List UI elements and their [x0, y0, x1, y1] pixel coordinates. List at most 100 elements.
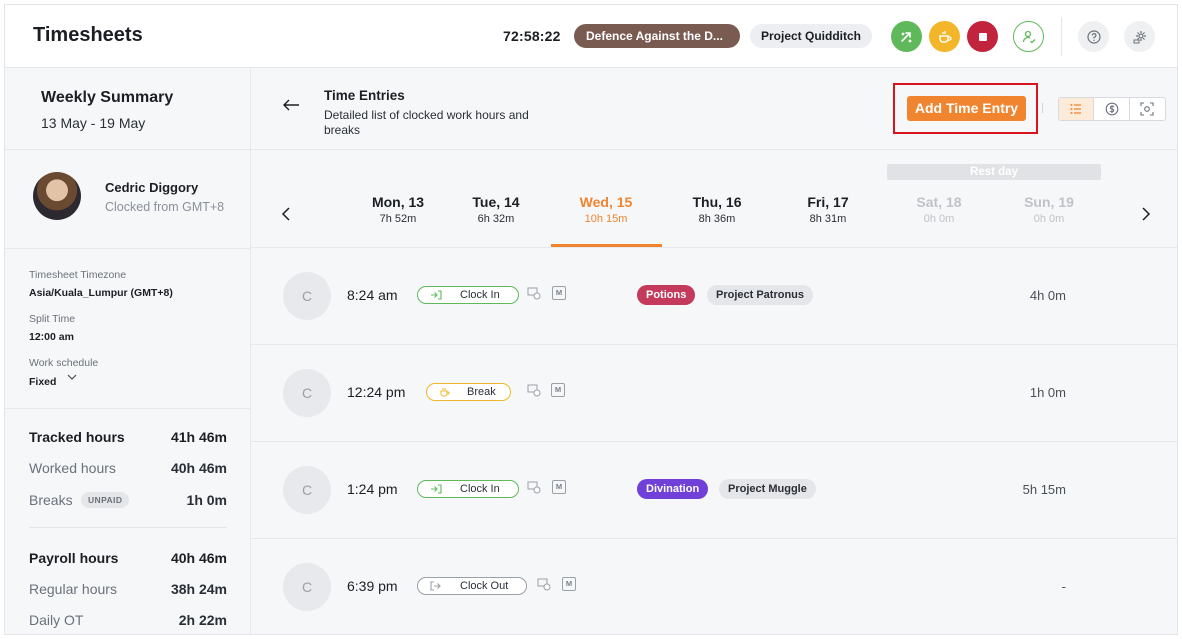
timesheet-settings: Timesheet Timezone Asia/Kuala_Lumpur (GM…: [5, 249, 250, 409]
entry-avatar: C: [283, 369, 331, 417]
break-pill: Break: [426, 383, 511, 401]
payroll-hours-value: 40h 46m: [170, 550, 227, 566]
clock-out-button[interactable]: [967, 21, 998, 52]
entry-duration: -: [1061, 579, 1066, 594]
day-name: Sun, 19: [1024, 194, 1074, 210]
work-schedule-dropdown[interactable]: Fixed: [29, 376, 56, 388]
breaks-row: Breaks UNPAID 1h 0m: [29, 492, 227, 512]
unpaid-badge: UNPAID: [81, 492, 130, 508]
worked-hours-row: Worked hours 40h 46m: [29, 460, 227, 480]
elapsed-timer: 72:58:22: [503, 28, 561, 44]
day-hours: 7h 52m: [379, 213, 417, 225]
entry-duration: 4h 0m: [1029, 288, 1066, 303]
user-status-button[interactable]: [1013, 21, 1044, 52]
list-view-button[interactable]: [1059, 98, 1095, 120]
entry-time: 8:24 am: [347, 287, 398, 303]
day-tab-sun[interactable]: Sun, 19 0h 0m: [994, 194, 1104, 225]
clock-in-icon: [431, 290, 442, 300]
user-check-icon: [1022, 30, 1035, 43]
daily-ot-row: Daily OT 2h 22m: [29, 612, 227, 632]
time-entry-row[interactable]: C 1:24 pm Clock In M Divination Project …: [251, 442, 1177, 539]
app-title: Timesheets: [33, 24, 143, 46]
day-selector: Rest day Mon, 13 7h 52m Tue, 14 6h 32m W…: [251, 150, 1177, 248]
entry-type: Clock In: [460, 289, 500, 301]
chevron-right-icon[interactable]: [1141, 207, 1151, 221]
break-icon: [440, 387, 450, 396]
device-web-icon: [527, 481, 541, 494]
day-tab-thu[interactable]: Thu, 16 8h 36m: [662, 194, 772, 225]
add-time-entry-button[interactable]: Add Time Entry: [907, 96, 1026, 121]
day-hours: 8h 36m: [698, 213, 736, 225]
top-bar: Timesheets 72:58:22 Defence Against the …: [5, 5, 1177, 68]
break-icon: [938, 30, 952, 43]
day-hours: 8h 31m: [809, 213, 847, 225]
time-entry-row[interactable]: C 6:39 pm Clock Out M -: [251, 539, 1177, 634]
help-button[interactable]: [1078, 21, 1109, 52]
help-icon: [1086, 29, 1101, 44]
settings-icon: [1133, 30, 1146, 43]
chevron-left-icon[interactable]: [281, 207, 291, 221]
breaks-label: Breaks: [29, 492, 73, 508]
entry-avatar: C: [283, 466, 331, 514]
chevron-down-icon[interactable]: [66, 373, 78, 381]
settings-button[interactable]: [1124, 21, 1155, 52]
time-entries-title: Time Entries: [324, 88, 405, 103]
weekly-summary-sidebar: Weekly Summary 13 May - 19 May Cedric Di…: [5, 68, 251, 634]
time-entries-panel: Time Entries Detailed list of clocked wo…: [251, 68, 1177, 634]
cost-view-button[interactable]: [1094, 98, 1130, 120]
week-title: Weekly Summary: [41, 89, 174, 106]
entry-type: Break: [467, 386, 496, 398]
current-project-chip[interactable]: Project Quidditch: [750, 24, 873, 48]
day-name: Fri, 17: [807, 194, 849, 210]
switch-icon: [900, 31, 911, 42]
entry-avatar: C: [283, 563, 331, 611]
device-web-icon: [527, 287, 541, 300]
dollar-icon: [1105, 102, 1118, 116]
rest-day-label: Rest day: [887, 164, 1101, 180]
clock-out-pill: Clock Out: [417, 577, 528, 595]
entry-type: Clock In: [460, 483, 500, 495]
day-tab-tue[interactable]: Tue, 14 6h 32m: [441, 194, 551, 225]
header-divider: [1061, 17, 1062, 56]
timezone-value: Asia/Kuala_Lumpur (GMT+8): [29, 287, 173, 299]
tracked-hours-label: Tracked hours: [29, 429, 125, 445]
day-tab-wed[interactable]: Wed, 15 10h 15m: [551, 194, 661, 225]
entry-time: 12:24 pm: [347, 384, 406, 400]
clock-in-icon: [431, 484, 442, 494]
split-time-value: 12:00 am: [29, 331, 74, 343]
clock-out-icon: [430, 581, 441, 591]
payroll-hours-row: Payroll hours 40h 46m: [29, 550, 227, 570]
entry-time: 6:39 pm: [347, 578, 398, 594]
clock-in-pill: Clock In: [417, 480, 519, 498]
entry-duration: 1h 0m: [1029, 385, 1066, 400]
activity-tag: Divination: [637, 479, 709, 499]
photo-view-button[interactable]: [1130, 98, 1165, 120]
day-tab-sat[interactable]: Sat, 18 0h 0m: [884, 194, 994, 225]
regular-hours-row: Regular hours 38h 24m: [29, 581, 227, 601]
daily-ot-label: Daily OT: [29, 612, 84, 628]
list-icon: [1070, 104, 1082, 114]
user-clock-zone: Clocked from GMT+8: [105, 200, 225, 214]
manual-entry-badge: M: [552, 286, 566, 300]
week-range: 13 May - 19 May: [41, 115, 146, 131]
switch-activity-button[interactable]: [891, 21, 922, 52]
worked-hours-label: Worked hours: [29, 460, 116, 476]
day-name: Sat, 18: [916, 194, 962, 210]
face-scan-icon: [1140, 102, 1154, 116]
day-tab-fri[interactable]: Fri, 17 8h 31m: [773, 194, 883, 225]
tracked-hours-value: 41h 46m: [170, 429, 227, 445]
time-entries-description: Detailed list of clocked work hours and …: [324, 108, 529, 137]
time-entries-header: Time Entries Detailed list of clocked wo…: [251, 68, 1177, 150]
day-tab-mon[interactable]: Mon, 13 7h 52m: [343, 194, 453, 225]
manual-entry-badge: M: [552, 480, 566, 494]
time-entry-row[interactable]: C 12:24 pm Break M 1h 0m: [251, 345, 1177, 442]
back-arrow-icon[interactable]: [281, 98, 301, 112]
take-break-button[interactable]: [929, 21, 960, 52]
day-hours: 0h 0m: [923, 213, 955, 225]
app-window: Timesheets 72:58:22 Defence Against the …: [4, 4, 1178, 635]
day-hours: 10h 15m: [584, 213, 628, 225]
time-entry-row[interactable]: C 8:24 am Clock In M Potions Project Pat…: [251, 248, 1177, 345]
current-activity-chip[interactable]: Defence Against the D...: [574, 24, 740, 48]
sidebar-divider: [29, 527, 227, 528]
avatar: [33, 172, 81, 220]
